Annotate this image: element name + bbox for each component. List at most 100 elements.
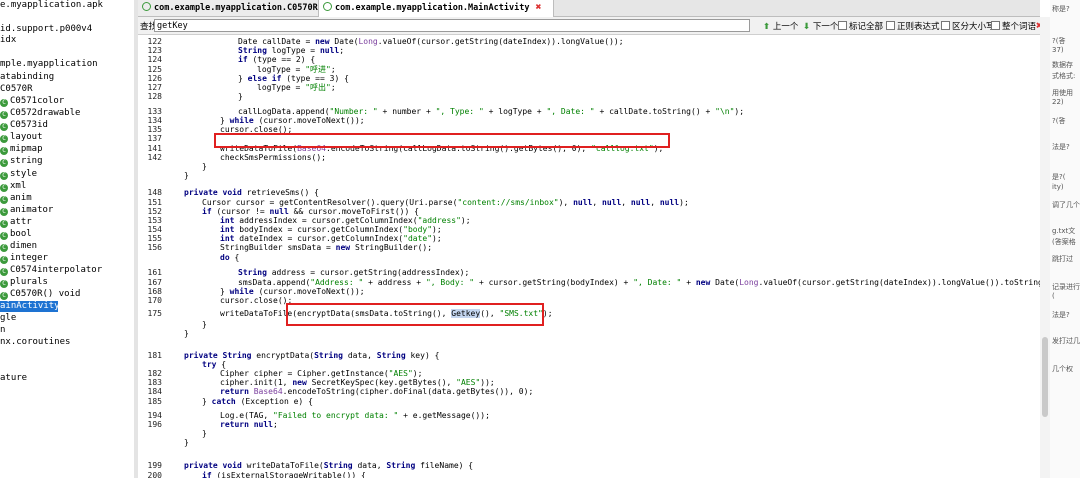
tree-item[interactable]: gle	[0, 313, 16, 324]
arrow-down-icon: ⬇	[803, 22, 811, 32]
side-text: 法是?	[1052, 311, 1070, 319]
code-line: private void retrieveSms() {	[184, 188, 319, 197]
tree-item[interactable]: ainActivity	[0, 301, 60, 312]
line-number: 141	[147, 144, 162, 153]
tree-item[interactable]: Canimator	[0, 205, 53, 216]
checkbox-icon	[991, 21, 1000, 30]
regex-checkbox[interactable]: 正则表达式	[886, 20, 940, 32]
prev-button[interactable]: ⬆ 上一个	[763, 20, 798, 32]
mark-all-checkbox[interactable]: 标记全部	[838, 20, 883, 32]
code-line: private void writeDataToFile(String data…	[184, 461, 474, 470]
tree-item[interactable]: id.support.p000v4	[0, 24, 92, 35]
line-number: 200	[147, 471, 162, 478]
tree-item[interactable]: C0570R	[0, 84, 33, 95]
tree-item[interactable]: nx.coroutines	[0, 337, 70, 348]
tree-item-label: C0570R	[0, 84, 33, 94]
tree-item[interactable]: ature	[0, 373, 27, 384]
tree-item[interactable]: Cstyle	[0, 169, 37, 180]
code-line: callLogData.append("Number: " + number +…	[238, 107, 745, 116]
line-number: 194	[147, 411, 162, 420]
tree-item[interactable]: Cbool	[0, 229, 32, 240]
code-line: Date callDate = new Date(Long.valueOf(cu…	[238, 37, 624, 46]
class-icon: C	[0, 184, 8, 192]
line-number: 199	[147, 461, 162, 470]
close-icon[interactable]: ✖	[535, 2, 541, 13]
tree-item[interactable]: C C0573id	[0, 120, 48, 131]
highlight-box-calllog	[214, 133, 670, 148]
whole-word-checkbox[interactable]: 整个词语	[991, 20, 1036, 32]
line-number: 127	[147, 83, 162, 92]
tree-item[interactable]: Cstring	[0, 156, 43, 167]
case-checkbox[interactable]: 区分大小写	[941, 20, 995, 32]
tab-label: com.example.myapplication.MainActivity	[335, 3, 530, 13]
code-line: String address = cursor.getString(addres…	[238, 268, 470, 277]
tree-item[interactable]: C C0574interpolator	[0, 265, 102, 276]
tree-item[interactable]: Cmipmap	[0, 144, 43, 155]
code-line: Log.e(TAG, "Failed to encrypt data: " + …	[220, 411, 490, 420]
class-icon: C	[0, 135, 8, 143]
code-line: }	[184, 171, 189, 180]
line-number: 134	[147, 116, 162, 125]
tab-mainactivity[interactable]: com.example.myapplication.MainActivity ✖	[318, 0, 554, 17]
code-line: logType = "呼进";	[257, 65, 336, 74]
tree-item[interactable]: idx	[0, 35, 16, 46]
tree-item-label: e.myapplication.apk	[0, 0, 103, 10]
tree-item[interactable]: n	[0, 325, 5, 336]
project-tree: e.myapplication.apk id.support.p000v4 idx m…	[0, 0, 135, 478]
tree-item[interactable]: Canim	[0, 193, 32, 204]
class-icon: C	[0, 220, 8, 228]
code-line: return Base64.encodeToString(cipher.doFi…	[220, 387, 534, 396]
next-button[interactable]: ⬇ 下一个	[803, 20, 838, 32]
checkbox-icon	[838, 21, 847, 30]
tree-item[interactable]: Cinteger	[0, 253, 48, 264]
class-icon: C	[0, 159, 8, 167]
line-number: 126	[147, 74, 162, 83]
search-input[interactable]	[154, 19, 750, 32]
mark-all-label: 标记全部	[849, 22, 884, 32]
code-line: if (type == 2) {	[238, 55, 316, 64]
code-line: int addressIndex = cursor.getColumnIndex…	[220, 216, 471, 225]
vertical-scrollbar[interactable]	[1040, 17, 1050, 478]
tree-item-label: C0574interpolator	[10, 265, 103, 275]
line-number: 135	[147, 125, 162, 134]
tree-item[interactable]: e.myapplication.apk	[0, 0, 103, 11]
checkbox-icon	[941, 21, 950, 30]
code-line: checkSmsPermissions();	[220, 153, 326, 162]
tree-item-label: layout	[10, 132, 43, 142]
side-text: 数据存	[1052, 61, 1073, 69]
tree-item-label: nx.coroutines	[0, 337, 71, 347]
code-line: Cipher cipher = Cipher.getInstance("AES"…	[220, 369, 423, 378]
tree-item[interactable]: Cdimen	[0, 241, 37, 252]
class-icon: C	[0, 268, 8, 276]
code-line: StringBuilder smsData = new StringBuilde…	[220, 243, 433, 252]
line-number: 151	[147, 198, 162, 207]
tree-item[interactable]: atabinding	[0, 72, 54, 83]
tree-item[interactable]: C C0572drawable	[0, 108, 80, 119]
tree-item-label: id.support.p000v4	[0, 24, 93, 34]
side-text: 37)	[1052, 46, 1064, 54]
line-number: 148	[147, 188, 162, 197]
tree-item[interactable]: Cxml	[0, 181, 26, 192]
side-text: ity)	[1052, 183, 1064, 191]
scrollbar-thumb[interactable]	[1042, 337, 1048, 417]
class-icon: C	[0, 99, 8, 107]
tab-c0570r[interactable]: com.example.myapplication.C0570R✖	[138, 0, 330, 16]
tree-item[interactable]: mple.myapplication	[0, 59, 98, 70]
line-number: 156	[147, 243, 162, 252]
line-number: 155	[147, 234, 162, 243]
tree-item[interactable]: C C0570R() void	[0, 289, 80, 300]
tree-item-label: C0572drawable	[10, 108, 81, 118]
class-icon: C	[0, 111, 8, 119]
tree-item-label: dimen	[10, 241, 38, 251]
code-editor[interactable]: 122 123 124 125 126 127 128 133 134 135 137 141 142 1…	[138, 35, 1042, 478]
line-number: 154	[147, 225, 162, 234]
tree-item-label: plurals	[10, 277, 48, 287]
side-text: 跳打过	[1052, 255, 1073, 263]
code-line: } catch (Exception e) {	[202, 397, 313, 406]
line-number: 133	[147, 107, 162, 116]
tree-item[interactable]: Cplurals	[0, 277, 48, 288]
tree-item[interactable]: C C0571color	[0, 96, 64, 107]
line-number: 124	[147, 55, 162, 64]
tree-item[interactable]: Clayout	[0, 132, 43, 143]
tree-item[interactable]: Cattr	[0, 217, 32, 228]
